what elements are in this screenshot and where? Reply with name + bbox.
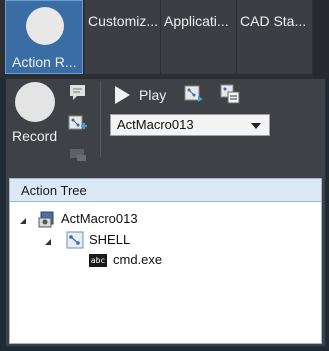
tab-label: Action R... <box>12 54 77 70</box>
macro-select[interactable]: ActMacro013 <box>110 114 270 136</box>
tab-applications[interactable]: Applicati... <box>161 0 236 74</box>
disabled-icon <box>70 149 86 161</box>
action-tree: ActMacro013 SHELL abc cmd.exe <box>9 202 322 344</box>
action-tree-header: Action Tree <box>9 178 322 202</box>
action-recorder-panel: Record Play ActMacro013 Action Tree ActM… <box>5 78 326 347</box>
tab-label: CAD Sta... <box>240 13 307 29</box>
tab-customize[interactable]: Customiz... <box>85 0 160 74</box>
tab-action-recorder[interactable]: Action R... <box>5 0 83 74</box>
play-icon[interactable] <box>115 86 130 104</box>
macro-root-icon <box>38 211 54 228</box>
tree-node-macro[interactable]: ActMacro013 <box>61 211 138 226</box>
comment-icon[interactable] <box>68 83 88 103</box>
tree-node-command[interactable]: cmd.exe <box>113 252 162 267</box>
action-recorder-icon <box>26 7 64 45</box>
macro-run-icon[interactable] <box>184 84 204 104</box>
group-divider <box>100 81 101 157</box>
macro-settings-icon[interactable] <box>220 84 240 104</box>
record-icon[interactable] <box>15 82 55 122</box>
play-button-label[interactable]: Play <box>139 87 166 103</box>
tab-label: Customiz... <box>88 13 158 29</box>
tab-label: Applicati... <box>164 13 229 29</box>
tree-node-shell[interactable]: SHELL <box>89 232 130 247</box>
shell-icon <box>66 231 84 249</box>
action-tree-title: Action Tree <box>21 183 87 198</box>
ribbon-gutter <box>313 0 329 78</box>
expander-icon[interactable] <box>45 239 51 245</box>
record-button-label[interactable]: Record <box>12 128 57 144</box>
tab-cad-standards[interactable]: CAD Sta... <box>237 0 312 74</box>
add-macro-icon[interactable] <box>68 114 88 134</box>
chevron-down-icon <box>251 123 261 129</box>
abc-text-icon: abc <box>89 254 107 267</box>
ribbon-tab-bar: Action R... Customiz... Applicati... CAD… <box>0 0 329 78</box>
macro-select-value: ActMacro013 <box>117 117 194 132</box>
expander-icon[interactable] <box>20 218 26 224</box>
